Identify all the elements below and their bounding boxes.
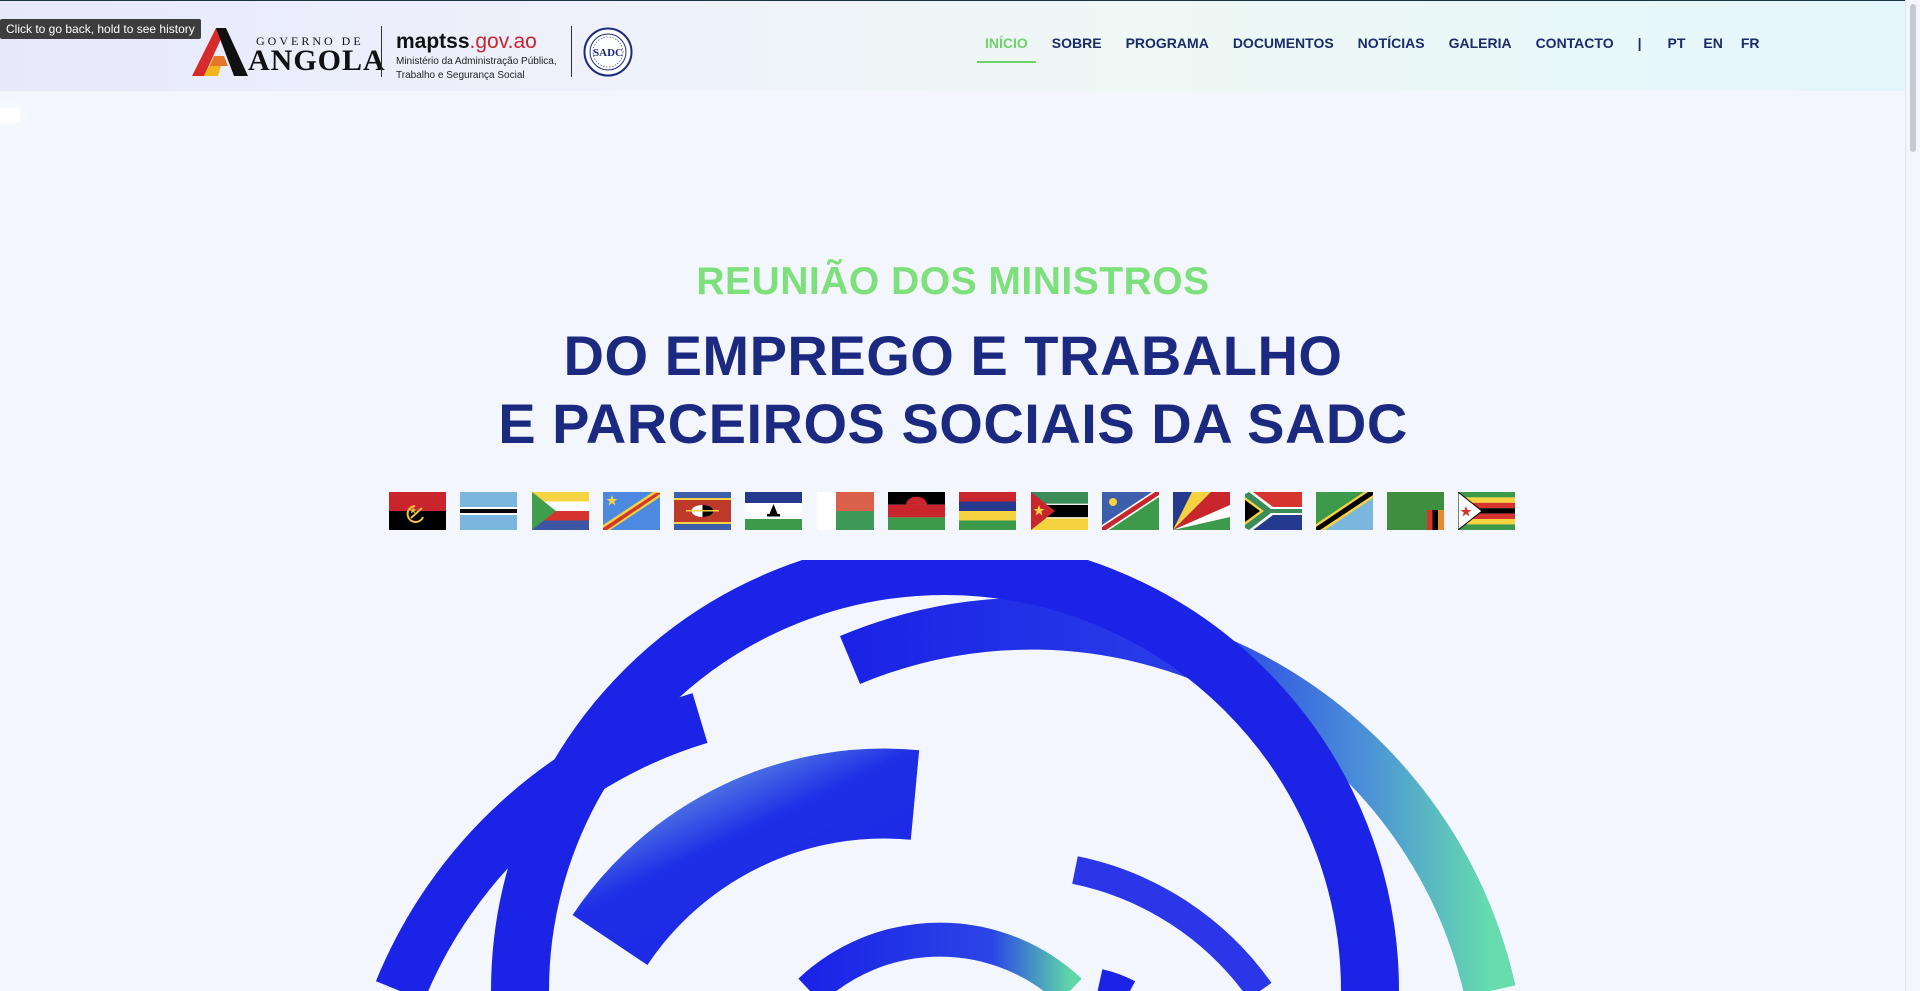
hero-title: DO EMPREGO E TRABALHO E PARCEIROS SOCIAI… bbox=[0, 322, 1906, 458]
nav-item-sobre[interactable]: SOBRE bbox=[1052, 35, 1102, 51]
sadc-flags-row bbox=[389, 492, 1530, 530]
nav-item-noticias[interactable]: NOTÍCIAS bbox=[1358, 35, 1425, 51]
eswatini-flag bbox=[674, 492, 732, 530]
maptss-title: maptss.gov.ao bbox=[396, 30, 557, 54]
governo-de-angola-logo[interactable]: GOVERNO DE ANGOLA bbox=[190, 26, 385, 78]
lang-pt[interactable]: PT bbox=[1668, 35, 1686, 51]
mauritius-flag bbox=[959, 492, 1017, 530]
zimbabwe-flag bbox=[1458, 492, 1516, 530]
scrollbar-thumb[interactable] bbox=[1910, 4, 1916, 152]
arc-center bbox=[798, 922, 1082, 991]
mozambique-flag bbox=[1030, 492, 1088, 530]
lang-fr[interactable]: FR bbox=[1741, 35, 1760, 51]
hero-title-line-1: DO EMPREGO E TRABALHO bbox=[563, 324, 1343, 387]
lesotho-flag bbox=[745, 492, 803, 530]
maptss-logo[interactable]: maptss.gov.ao Ministério da Administraçã… bbox=[396, 30, 557, 82]
arc-middle-inner bbox=[572, 748, 920, 966]
back-button-tooltip: Click to go back, hold to see history bbox=[0, 19, 201, 39]
arc-center-small bbox=[1097, 969, 1136, 991]
hero-title-line-2: E PARCEIROS SOCIAIS DA SADC bbox=[498, 392, 1408, 455]
madagascar-flag bbox=[816, 492, 874, 530]
site-header: Click to go back, hold to see history GO… bbox=[0, 0, 1906, 91]
ministry-line-2: Trabalho e Segurança Social bbox=[396, 70, 525, 81]
tanzania-flag bbox=[1315, 492, 1373, 530]
page-scrollbar[interactable] bbox=[1905, 0, 1920, 991]
malawi-flag bbox=[888, 492, 946, 530]
nav-separator: | bbox=[1637, 35, 1642, 51]
namibia-flag bbox=[1101, 492, 1159, 530]
nav-item-contacto[interactable]: CONTACTO bbox=[1536, 35, 1614, 51]
sadc-seal-logo[interactable]: SADC bbox=[583, 27, 633, 77]
decorative-arcs-graphic bbox=[375, 560, 1516, 991]
sadc-seal-icon: SADC bbox=[583, 27, 633, 77]
dr-congo-flag bbox=[602, 492, 660, 530]
hero-kicker: REUNIÃO DOS MINISTROS bbox=[696, 260, 1210, 303]
zambia-flag bbox=[1387, 492, 1445, 530]
main-nav: INÍCIO SOBRE PROGRAMA DOCUMENTOS NOTÍCIA… bbox=[977, 35, 1778, 63]
angola-flag bbox=[389, 492, 446, 530]
nav-item-inicio[interactable]: INÍCIO bbox=[977, 35, 1036, 63]
lang-en[interactable]: EN bbox=[1703, 35, 1722, 51]
ministry-line-1: Ministério da Administração Pública, bbox=[396, 56, 557, 67]
logo-divider bbox=[381, 26, 382, 77]
maptss-name: maptss bbox=[396, 30, 470, 53]
nav-item-programa[interactable]: PROGRAMA bbox=[1126, 35, 1209, 51]
maptss-domain: .gov.ao bbox=[469, 30, 537, 53]
sadc-seal-text: SADC bbox=[593, 47, 623, 59]
seal-divider bbox=[571, 26, 572, 77]
comoros-flag bbox=[531, 492, 589, 530]
nav-item-documentos[interactable]: DOCUMENTOS bbox=[1233, 35, 1334, 51]
south-africa-flag bbox=[1244, 492, 1302, 530]
botswana-flag bbox=[460, 492, 518, 530]
angola-logo-main-text: ANGOLA bbox=[248, 44, 386, 77]
seychelles-flag bbox=[1173, 492, 1231, 530]
nav-item-galeria[interactable]: GALERIA bbox=[1449, 35, 1512, 51]
side-widget-tab[interactable] bbox=[0, 108, 20, 122]
